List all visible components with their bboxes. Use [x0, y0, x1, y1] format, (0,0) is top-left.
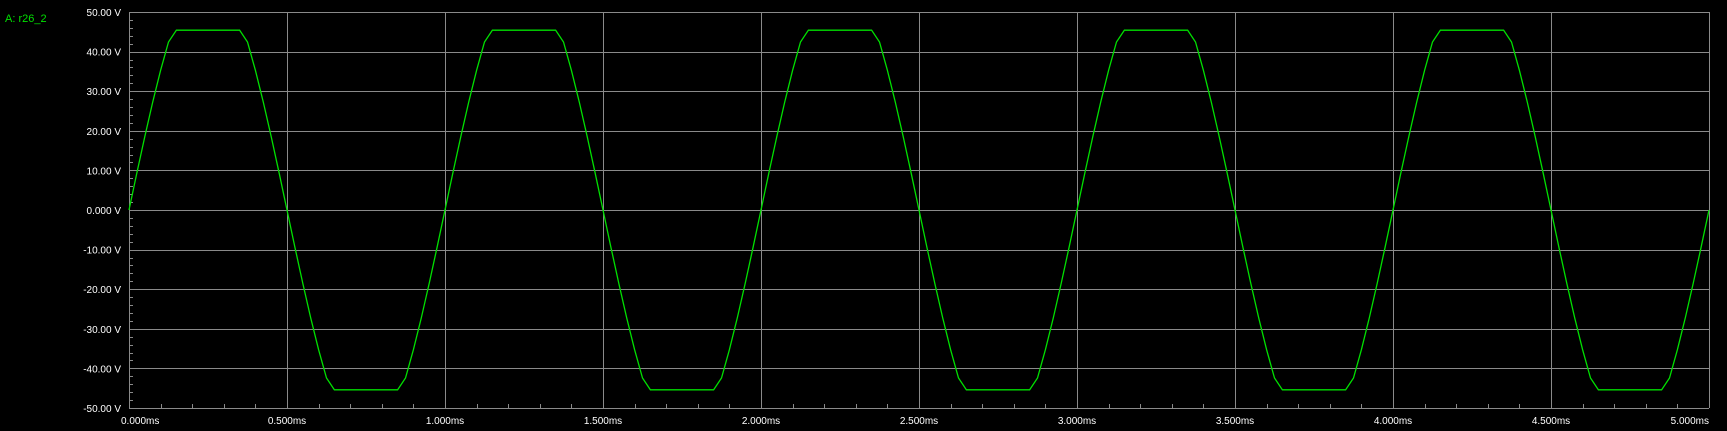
x-tick-label: 4.500ms — [1532, 416, 1570, 427]
y-tick-label: -20.00 V — [83, 285, 121, 296]
x-tick-label: 1.500ms — [584, 416, 622, 427]
x-tick-label: 5.000ms — [1671, 416, 1709, 427]
axis-layer: 0.000ms 0.500ms 1.000ms 1.500ms 2.000ms 2.500… — [83, 8, 1709, 427]
x-tick-label: 4.000ms — [1374, 416, 1412, 427]
y-tick-label: -30.00 V — [83, 325, 121, 336]
y-tick-label: 50.00 V — [87, 8, 122, 19]
y-tick-label: 20.00 V — [87, 127, 122, 138]
x-tick-label: 0.500ms — [268, 416, 306, 427]
y-tick-label: 30.00 V — [87, 87, 122, 98]
x-tick-label: 2.500ms — [900, 416, 938, 427]
x-tick-label: 1.000ms — [426, 416, 464, 427]
oscilloscope-plot: 0.000ms 0.500ms 1.000ms 1.500ms 2.000ms 2.500… — [83, 8, 1710, 427]
x-tick-label: 3.000ms — [1058, 416, 1096, 427]
y-tick-label: -10.00 V — [83, 246, 121, 257]
x-tick-label: 0.000ms — [121, 416, 159, 427]
x-tick-label: 2.000ms — [742, 416, 780, 427]
y-tick-label: 10.00 V — [87, 166, 122, 177]
y-tick-label: -50.00 V — [83, 404, 121, 415]
y-tick-label: 0.000 V — [87, 206, 122, 217]
y-tick-label: -40.00 V — [83, 364, 121, 375]
x-tick-label: 3.500ms — [1216, 416, 1254, 427]
y-tick-label: 40.00 V — [87, 48, 122, 59]
